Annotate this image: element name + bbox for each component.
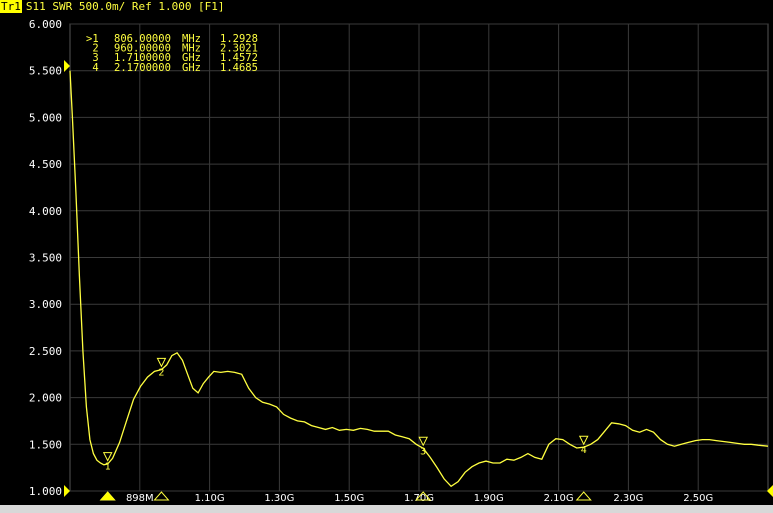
- x-tick-label: 2.30G: [613, 493, 643, 504]
- marker-4-axis-indicator: [575, 491, 592, 501]
- chart-grid: [69, 23, 769, 492]
- status-bar: [0, 505, 773, 513]
- y-tick-label: 1.000: [29, 485, 62, 498]
- x-tick-label: 1.30G: [264, 493, 294, 504]
- marker-1-label: 1: [105, 462, 111, 473]
- swr-chart[interactable]: 6.000 5.500 5.000 4.500 4.000 3.500 3.000 2.500…: [0, 0, 773, 513]
- x-tick-label: 1.50G: [334, 493, 364, 504]
- y-tick-label: 1.500: [29, 438, 62, 451]
- y-tick-label: 3.000: [29, 298, 62, 311]
- x-tick-label: 2.10G: [544, 493, 574, 504]
- marker-row-unit: GHz: [182, 62, 201, 74]
- y-tick-label: 4.000: [29, 205, 62, 218]
- y-tick-label: 5.500: [29, 65, 62, 78]
- active-marker-indicator: [100, 492, 115, 500]
- marker-table: >1 806.00000 MHz 1.2928 2 960.00000 MHz 2.3021…: [86, 33, 258, 74]
- x-tick-label: 1.90G: [474, 493, 504, 504]
- marker-row-value: 1.4685: [220, 62, 258, 74]
- marker-1-symbol[interactable]: [102, 452, 113, 462]
- y-tick-label: 2.500: [29, 345, 62, 358]
- y-tick-label: 2.000: [29, 392, 62, 405]
- marker-row-freq: 2.1700000: [114, 62, 171, 74]
- y-tick-label: 3.500: [29, 252, 62, 265]
- marker-row-flag: 4: [86, 62, 99, 74]
- scale-arrow: [64, 60, 70, 72]
- marker-4-symbol[interactable]: [578, 435, 589, 446]
- ref-level-arrow: [64, 485, 70, 497]
- y-axis-ticks: 6.000 5.500 5.000 4.500 4.000 3.500 3.000 2.500…: [29, 18, 62, 498]
- x-tick-label: 898M: [126, 493, 154, 504]
- marker-2-symbol[interactable]: [156, 357, 167, 368]
- x-tick-label: 2.50G: [683, 493, 713, 504]
- y-tick-label: 6.000: [29, 18, 62, 31]
- x-tick-label: 1.10G: [195, 493, 225, 504]
- marker-2-axis-indicator: [153, 491, 170, 501]
- x-axis-ticks: 898M 1.10G 1.30G 1.50G 1.70G 1.90G 2.10G 2.30G 2…: [126, 493, 713, 504]
- y-tick-label: 4.500: [29, 158, 62, 171]
- marker-3-label: 3: [420, 446, 426, 457]
- marker-4-label: 4: [581, 445, 587, 456]
- marker-2-label: 2: [158, 367, 164, 378]
- y-tick-label: 5.000: [29, 111, 62, 124]
